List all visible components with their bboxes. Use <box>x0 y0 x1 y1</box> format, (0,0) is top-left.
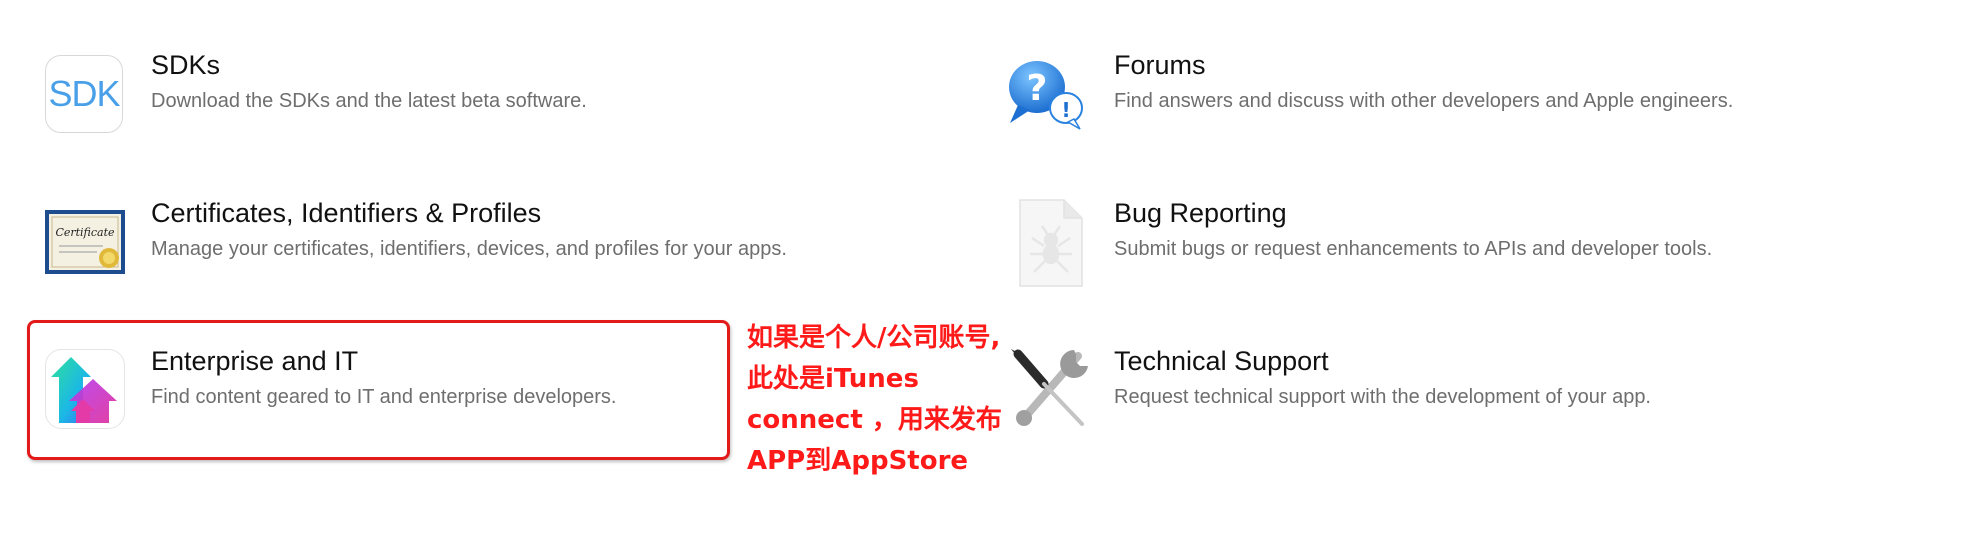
annotation-line: APP到AppStore <box>747 446 969 476</box>
annotation-line: connect ，用来发布 <box>747 405 1002 435</box>
resource-description-certificates: Manage your certificates, identifiers, d… <box>151 238 787 260</box>
resource-title-certificates[interactable]: Certificates, Identifiers & Profiles <box>151 198 541 229</box>
resource-title-technical-support[interactable]: Technical Support <box>1114 346 1329 377</box>
svg-text:?: ? <box>1027 68 1048 109</box>
sdk-icon-label: SDK <box>48 73 120 114</box>
resource-description-technical-support: Request technical support with the devel… <box>1114 386 1651 408</box>
annotation-text: 如果是个人/公司账号, 此处是iTunes connect ，用来发布 APP到… <box>747 318 1037 482</box>
resource-title-sdks[interactable]: SDKs <box>151 50 220 81</box>
annotation-line: 如果是个人/公司账号, <box>747 323 1001 353</box>
highlight-box <box>27 320 730 460</box>
bug-icon[interactable] <box>1016 198 1086 288</box>
forums-icon[interactable]: ? ! <box>1004 55 1084 135</box>
resource-description-bug-reporting: Submit bugs or request enhancements to A… <box>1114 238 1713 260</box>
resource-description-sdks: Download the SDKs and the latest beta so… <box>151 90 587 112</box>
resource-title-bug-reporting[interactable]: Bug Reporting <box>1114 198 1287 229</box>
resource-title-forums[interactable]: Forums <box>1114 50 1206 81</box>
certificate-icon[interactable]: Certificate <box>43 200 127 280</box>
annotation-line: 此处是iTunes <box>747 364 919 394</box>
sdk-icon[interactable]: SDK <box>45 55 125 135</box>
svg-text:!: ! <box>1061 98 1070 122</box>
certificate-icon-label: Certificate <box>55 226 115 239</box>
resource-description-forums: Find answers and discuss with other deve… <box>1114 90 1734 112</box>
